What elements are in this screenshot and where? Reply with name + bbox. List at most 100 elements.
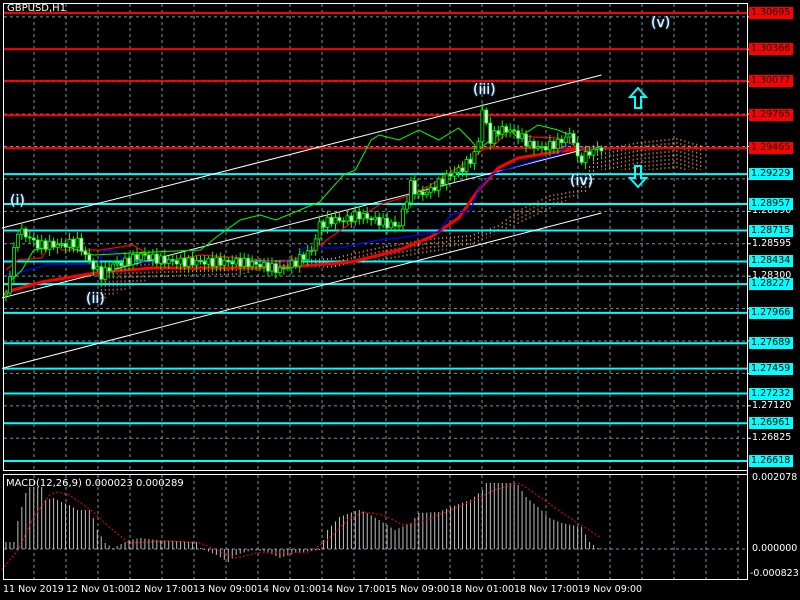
support-price-label: 1.27689	[749, 337, 793, 350]
candle-body	[301, 254, 306, 261]
wave-label-iii: (iii)	[473, 82, 496, 98]
candle-body	[277, 267, 282, 273]
candle-body	[166, 259, 171, 264]
candle-body	[158, 255, 163, 264]
candle-body	[401, 208, 405, 227]
candle-body	[79, 237, 84, 252]
candle-body	[289, 260, 294, 269]
candle-body	[139, 253, 143, 260]
candle-body	[563, 136, 568, 144]
candle-body	[238, 258, 243, 267]
candle-body	[381, 217, 386, 226]
candle-body	[178, 257, 183, 265]
time-label: 13 Nov 09:00	[193, 584, 258, 595]
up-arrow-icon[interactable]	[627, 86, 649, 109]
candle-body	[329, 216, 334, 225]
candle-body	[555, 138, 560, 150]
candle-body	[51, 240, 56, 248]
price-tick-label: 1.28595	[752, 237, 792, 249]
candle-body	[95, 266, 100, 270]
arrows[interactable]	[627, 86, 649, 189]
candle-body	[63, 243, 68, 248]
candle-body	[198, 260, 203, 262]
candle-body	[317, 221, 322, 240]
candle-body	[464, 158, 469, 173]
resistance-price-label: 1.30366	[749, 43, 793, 56]
candle-body	[424, 191, 429, 196]
chart-canvas[interactable]	[0, 0, 800, 600]
candle-body	[321, 221, 326, 228]
candle-body	[162, 255, 167, 264]
candle-body	[579, 155, 584, 163]
macd-signal-line	[1, 482, 602, 571]
candle-body	[516, 130, 520, 139]
candle-body	[202, 261, 207, 265]
candle-body	[154, 253, 159, 264]
candle-body	[337, 217, 342, 222]
candle-body	[333, 217, 338, 225]
candle-body	[4, 292, 8, 296]
candle-body	[353, 211, 358, 222]
candle-body	[420, 191, 425, 196]
candle-body	[500, 126, 505, 135]
candle-body	[59, 243, 64, 245]
candle-body	[150, 253, 155, 260]
candle-body	[258, 264, 262, 268]
candle-body	[206, 257, 211, 265]
candle-body	[297, 254, 302, 267]
candle-body	[341, 220, 346, 223]
horizontal-levels[interactable]	[4, 12, 747, 462]
main-panel-frame	[3, 3, 748, 471]
support-price-label: 1.27459	[749, 362, 793, 375]
support-price-label: 1.28715	[749, 224, 793, 237]
candle-body	[127, 257, 131, 266]
candle-body	[115, 262, 120, 265]
candle-body	[385, 217, 389, 229]
candle-body	[170, 259, 175, 261]
candle-body	[246, 257, 251, 268]
candle-body	[75, 237, 80, 248]
candle-body	[23, 228, 28, 238]
candle-body	[210, 257, 215, 267]
support-price-label: 1.26961	[749, 417, 793, 430]
macd-title: MACD(12,26,9) 0.000023 0.000289	[6, 478, 184, 489]
time-label: 18 Nov 01:00	[450, 584, 515, 595]
candle-body	[174, 260, 179, 265]
candle-body	[591, 148, 596, 156]
candle-body	[543, 146, 548, 151]
time-label: 14 Nov 01:00	[257, 584, 322, 595]
macd-axis-min: -0.000823	[750, 568, 799, 579]
support-price-label: 1.27966	[749, 306, 793, 319]
down-arrow-icon[interactable]	[627, 165, 649, 189]
candle-body	[91, 260, 96, 270]
support-price-label: 1.28957	[749, 197, 793, 210]
wave-label-iv: (iv)	[570, 173, 594, 189]
candle-body	[567, 133, 572, 138]
candle-body	[135, 254, 139, 260]
candle-body	[472, 151, 477, 164]
support-price-label: 1.26618	[749, 454, 793, 467]
candle-body	[285, 267, 290, 270]
time-label: 18 Nov 17:00	[514, 584, 579, 595]
candle-body	[214, 257, 219, 267]
candle-body	[226, 259, 231, 263]
candle-body	[432, 187, 437, 191]
resistance-price-label: 1.30077	[749, 74, 793, 87]
candle-body	[99, 266, 104, 280]
candle-body	[571, 133, 576, 144]
candle-body	[182, 257, 187, 267]
candle-body	[397, 225, 401, 228]
trend-channel[interactable]	[1, 74, 602, 369]
candle-body	[305, 250, 310, 261]
candle-body	[528, 140, 532, 147]
candle-body	[325, 216, 330, 228]
candle-body	[143, 253, 147, 256]
candle-body	[230, 261, 235, 265]
candle-body	[119, 262, 123, 267]
candle-body	[123, 257, 127, 267]
candle-body	[83, 250, 88, 256]
macd-panel	[1, 482, 602, 571]
candle-body	[345, 215, 350, 222]
candle-body	[107, 267, 112, 272]
candle-body	[468, 158, 473, 164]
